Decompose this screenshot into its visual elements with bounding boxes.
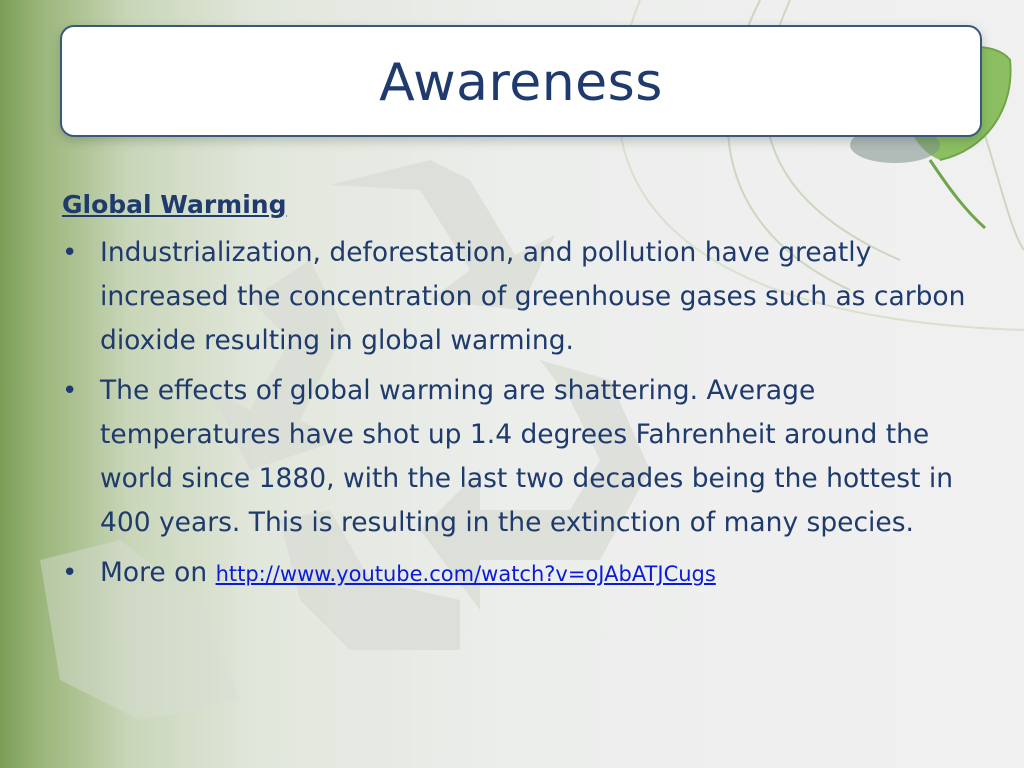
bullet-icon: • bbox=[62, 376, 78, 406]
slide-content: Global Warming • Industrialization, defo… bbox=[62, 190, 972, 602]
bullet-item: • More on http://www.youtube.com/watch?v… bbox=[62, 551, 972, 596]
bullet-item: • The effects of global warming are shat… bbox=[62, 369, 972, 545]
bullet-icon: • bbox=[62, 558, 78, 588]
more-on-label: More on bbox=[100, 557, 216, 588]
youtube-link[interactable]: http://www.youtube.com/watch?v=oJAbATJCu… bbox=[216, 562, 716, 586]
section-heading: Global Warming bbox=[62, 190, 287, 219]
bullet-text: Industrialization, deforestation, and po… bbox=[100, 237, 966, 356]
bullet-icon: • bbox=[62, 238, 78, 268]
slide-title: Awareness bbox=[379, 53, 663, 113]
bullet-text: The effects of global warming are shatte… bbox=[100, 375, 954, 538]
bullet-item: • Industrialization, deforestation, and … bbox=[62, 231, 972, 363]
title-box: Awareness bbox=[60, 25, 982, 137]
bullet-list: • Industrialization, deforestation, and … bbox=[62, 231, 972, 596]
